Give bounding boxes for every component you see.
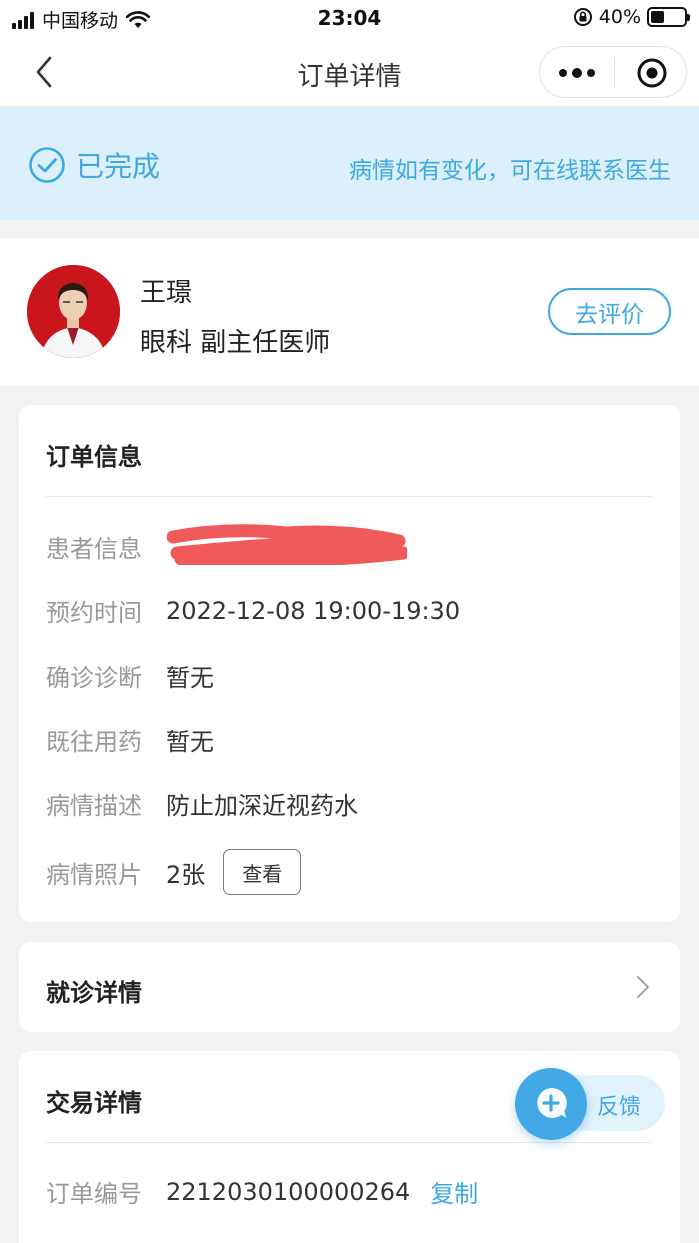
order-number-value: 2212030100000264 [166,1177,411,1206]
diagnosis-value: 暂无 [166,664,214,692]
doctor-department-title: 眼科 副主任医师 [140,328,331,358]
mini-program-capsule [539,46,687,98]
condition-description-value: 防止加深近视药水 [166,792,358,820]
info-label: 订单编号 [46,1180,142,1208]
doctor-name: 王璟 [140,278,193,308]
info-row-order-number: 订单编号 2212030100000264 复制 [46,1174,478,1209]
close-mini-program-button[interactable] [615,47,688,99]
status-right: 40% [573,6,690,28]
info-label: 病情照片 [46,860,142,889]
redaction-scribble [167,524,407,565]
more-dot-icon [559,69,567,77]
order-status-banner: 已完成 病情如有变化，可在线联系医生 [0,107,699,220]
order-info-card: 订单信息 患者信息 预约时间 2022-12-08 19:00-19:30 确诊… [19,405,680,922]
feedback-button[interactable]: 反馈 [515,1068,665,1140]
rate-doctor-button[interactable]: 去评价 [548,288,671,335]
check-circle-icon [29,147,65,183]
info-row-diagnosis: 确诊诊断 暂无 [46,658,214,693]
chevron-right-icon [637,976,649,998]
doctor-card: 王璟 眼科 副主任医师 去评价 [0,238,699,386]
info-row-past-medication: 既往用药 暂无 [46,722,214,757]
copy-order-number-button[interactable]: 复制 [430,1174,478,1209]
info-row-appointment-time: 预约时间 2022-12-08 19:00-19:30 [46,593,460,628]
past-medication-value: 暂无 [166,728,214,756]
info-label: 患者信息 [46,535,142,563]
rotation-lock-icon [573,8,592,26]
info-row-photos: 病情照片 2张 查看 [46,849,302,895]
view-photos-button[interactable]: 查看 [223,849,302,895]
contact-doctor-tip[interactable]: 病情如有变化，可在线联系医生 [349,151,671,185]
battery-icon [647,7,690,27]
battery-percent: 40% [598,6,641,28]
target-close-icon [637,58,666,88]
visit-detail-title: 就诊详情 [46,979,142,1007]
more-dot-icon [572,68,582,78]
battery-fill [651,11,664,23]
info-row-patient: 患者信息 [46,529,166,564]
info-label: 确诊诊断 [46,664,142,692]
nav-bar: 订单详情 [0,38,699,106]
more-dot-icon [587,69,595,77]
doctor-avatar [27,265,120,358]
info-row-description: 病情描述 防止加深近视药水 [46,786,358,821]
info-label: 预约时间 [46,599,142,627]
visit-detail-row[interactable]: 就诊详情 [19,942,680,1032]
order-info-title: 订单信息 [46,443,142,471]
card-divider [46,1142,653,1143]
trade-detail-title: 交易详情 [46,1089,142,1117]
info-label: 病情描述 [46,792,142,820]
feedback-icon-circle [515,1068,587,1140]
card-divider [46,496,653,497]
info-label: 既往用药 [46,728,142,756]
appointment-time-value: 2022-12-08 19:00-19:30 [166,596,461,625]
order-status-text: 已完成 [76,150,161,183]
order-status: 已完成 [28,145,160,185]
chat-plus-icon [537,1087,567,1118]
more-button[interactable] [540,47,614,99]
feedback-label: 反馈 [597,1095,642,1120]
doctor-portrait-icon [27,265,120,358]
status-bar: 中国移动 23:04 40% [0,0,699,38]
photo-count-value: 2张 [166,860,206,889]
